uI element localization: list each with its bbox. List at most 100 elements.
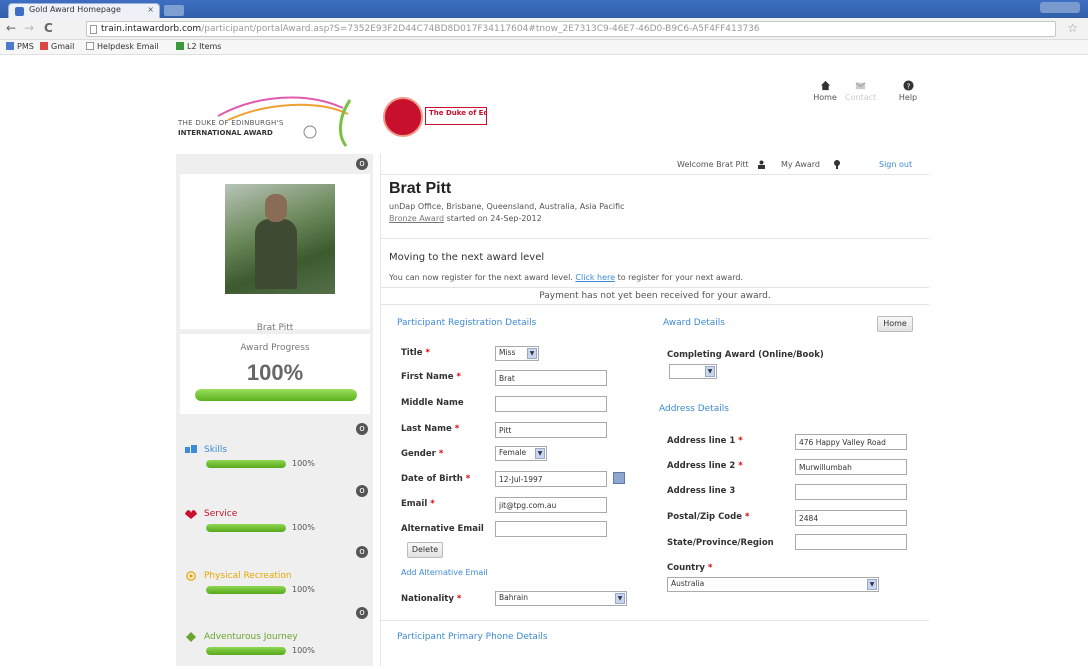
back-icon[interactable]: ←: [6, 21, 16, 35]
reload-icon[interactable]: C: [44, 21, 53, 35]
first-name-input[interactable]: [495, 370, 607, 386]
section-physical-recreation[interactable]: Physical Recreation 100%: [180, 568, 370, 608]
section-skills[interactable]: Skills 100%: [180, 442, 370, 482]
welcome-text: Welcome Brat Pitt: [677, 160, 749, 169]
award-start-info: Bronze Award started on 24-Sep-2012: [389, 214, 542, 223]
favicon-icon: [15, 7, 24, 16]
forward-icon[interactable]: →: [24, 21, 34, 35]
left-sidebar: o Brat Pitt Award Progress 100% o Skills…: [176, 154, 373, 666]
completing-award-select[interactable]: ▼: [669, 364, 717, 379]
skills-icon: [185, 445, 197, 453]
collapse-icon[interactable]: o: [356, 546, 368, 558]
address-line-3-input[interactable]: [795, 484, 907, 500]
dob-input[interactable]: [495, 471, 607, 487]
award-details-title: Award Details: [663, 318, 725, 328]
address-line-1-label: Address line 1 *: [667, 436, 743, 446]
main-panel: Welcome Brat Pitt My Award Sign out Brat…: [380, 154, 929, 666]
section-progress-bar: [206, 586, 286, 594]
top-nav-home[interactable]: Home: [810, 80, 840, 102]
next-level-title: Moving to the next award level: [389, 252, 545, 263]
bookmark-l2-items[interactable]: L2 Items: [176, 42, 221, 51]
bookmark-icon: [6, 42, 14, 50]
browser-tab[interactable]: Gold Award Homepage ×: [8, 3, 160, 19]
award-progress-bar: [195, 389, 357, 401]
add-alternative-email-link[interactable]: Add Alternative Email: [401, 568, 488, 577]
address-line-2-input[interactable]: [795, 459, 907, 475]
award-progress-label: Award Progress: [240, 343, 310, 353]
last-name-input[interactable]: [495, 422, 607, 438]
section-service[interactable]: Service 100%: [180, 506, 370, 546]
divider: [381, 304, 929, 305]
country-select[interactable]: Australia ▼: [667, 577, 879, 592]
first-name-label: First Name *: [401, 372, 461, 382]
calendar-icon[interactable]: [613, 472, 625, 484]
svg-text:?: ?: [906, 81, 910, 90]
physical-recreation-icon: [186, 571, 196, 581]
title-select[interactable]: Miss ▼: [495, 346, 539, 361]
award-progress-fill: [195, 389, 357, 401]
gender-label: Gender *: [401, 449, 444, 459]
tab-close-icon[interactable]: ×: [147, 5, 154, 14]
bookmark-pms[interactable]: PMS: [6, 42, 34, 51]
state-input[interactable]: [795, 534, 907, 550]
middle-name-input[interactable]: [495, 396, 607, 412]
url-path: /participant/portalAward.asp?S=7352E93F2…: [201, 24, 760, 34]
email-input[interactable]: [495, 497, 607, 513]
divider: [381, 238, 929, 239]
address-line-1-input[interactable]: [795, 434, 907, 450]
bookmark-helpdesk[interactable]: Helpdesk Email: [86, 42, 159, 51]
divider: [381, 620, 929, 621]
new-tab-button[interactable]: [164, 5, 184, 16]
collapse-icon[interactable]: o: [356, 423, 368, 435]
my-award-link[interactable]: My Award: [781, 160, 820, 169]
logo-line-2: INTERNATIONAL AWARD: [178, 129, 273, 137]
home-icon: [820, 80, 830, 91]
middle-name-label: Middle Name: [401, 398, 464, 408]
collapse-icon[interactable]: o: [356, 485, 368, 497]
window-controls[interactable]: [1040, 2, 1080, 13]
browser-tab-strip: Gold Award Homepage ×: [0, 0, 1088, 19]
collapse-icon[interactable]: o: [356, 607, 368, 619]
section-progress-bar: [206, 647, 286, 655]
page-icon: [86, 42, 94, 50]
section-name: Adventurous Journey: [204, 632, 298, 642]
email-label: Email *: [401, 499, 435, 509]
section-name: Physical Recreation: [204, 571, 292, 581]
collapse-icon[interactable]: o: [356, 158, 368, 170]
bookmark-gmail[interactable]: Gmail: [40, 42, 74, 51]
top-nav-contact[interactable]: Contact: [845, 80, 876, 102]
dob-label: Date of Birth *: [401, 474, 471, 484]
partner-logo[interactable]: The Duke of Ed: [383, 97, 503, 142]
postal-code-input[interactable]: [795, 510, 907, 526]
award-link[interactable]: Bronze Award: [389, 214, 444, 223]
service-icon: [185, 510, 197, 519]
chevron-down-icon: ▼: [615, 593, 625, 604]
award-progress-card: Award Progress 100%: [180, 334, 370, 414]
alt-email-input[interactable]: [495, 521, 607, 537]
home-button[interactable]: Home: [877, 316, 913, 332]
award-logo-swoosh: [217, 96, 352, 147]
nationality-select[interactable]: Bahrain ▼: [495, 591, 627, 606]
completing-award-label: Completing Award (Online/Book): [667, 350, 824, 360]
sign-out-link[interactable]: Sign out: [879, 160, 912, 169]
international-award-logo[interactable]: THE DUKE OF EDINBURGH'S INTERNATIONAL AW…: [178, 88, 368, 148]
spreadsheet-icon: [176, 42, 184, 50]
click-here-link[interactable]: Click here: [575, 273, 615, 282]
gmail-icon: [40, 42, 48, 50]
title-label: Title *: [401, 348, 430, 358]
alt-email-label: Alternative Email: [401, 524, 484, 534]
section-progress-bar: [206, 460, 286, 468]
section-adventurous-journey[interactable]: Adventurous Journey 100%: [180, 629, 370, 669]
award-icon: [834, 160, 840, 169]
delete-button[interactable]: Delete: [407, 542, 443, 558]
payment-notice: Payment has not yet been received for yo…: [539, 291, 771, 301]
section-name: Skills: [204, 445, 228, 455]
chevron-down-icon: ▼: [535, 448, 545, 459]
top-nav-help[interactable]: ? Help: [893, 80, 923, 102]
gender-select[interactable]: Female ▼: [495, 446, 547, 461]
contact-icon: [855, 82, 865, 90]
address-bar[interactable]: train.intawardorb.com/participant/portal…: [86, 21, 1056, 37]
bookmark-star-icon[interactable]: ☆: [1067, 21, 1078, 35]
chevron-down-icon: ▼: [867, 579, 877, 590]
profile-photo: [225, 184, 335, 294]
